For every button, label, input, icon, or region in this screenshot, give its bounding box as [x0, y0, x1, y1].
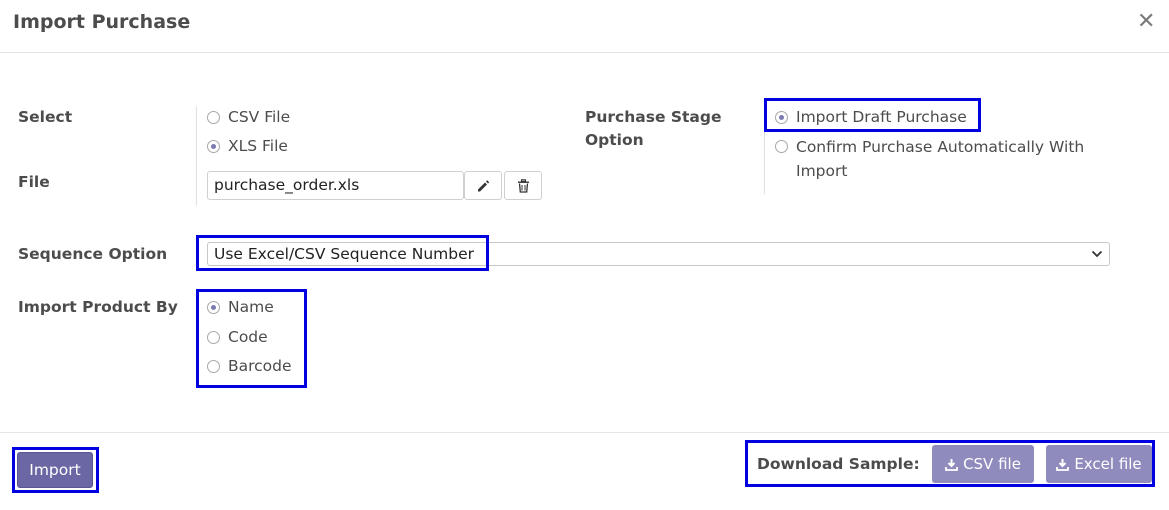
stage-label: Purchase Stage Option	[585, 108, 722, 149]
radio-label: Name	[228, 298, 274, 316]
sequence-select-value: Use Excel/CSV Sequence Number	[214, 245, 475, 263]
dialog-header: Import Purchase ✕	[0, 0, 1169, 53]
download-csv-label: CSV file	[963, 455, 1021, 473]
radio-import-draft[interactable]: Import Draft Purchase	[775, 106, 967, 128]
file-name-field[interactable]: purchase_order.xls	[207, 171, 464, 200]
close-icon[interactable]: ✕	[1137, 9, 1155, 34]
radio-label: CSV File	[228, 108, 291, 126]
radio-button[interactable]	[207, 110, 220, 124]
radio-product-barcode[interactable]: Barcode	[207, 355, 292, 377]
pencil-icon	[478, 179, 490, 191]
product-label: Import Product By	[18, 298, 178, 316]
radio-xls-file[interactable]: XLS File	[207, 135, 288, 157]
download-excel-button[interactable]: Excel file	[1046, 445, 1152, 483]
radio-confirm-purchase[interactable]: Confirm Purchase Automatically With Impo…	[775, 135, 1084, 183]
divider	[196, 106, 197, 206]
dialog-title: Import Purchase	[13, 11, 191, 33]
radio-button[interactable]	[207, 359, 220, 373]
radio-button[interactable]	[207, 300, 220, 314]
sequence-select[interactable]: Use Excel/CSV Sequence Number	[207, 242, 1110, 266]
download-excel-label: Excel file	[1074, 455, 1142, 473]
download-csv-button[interactable]: CSV file	[932, 445, 1034, 483]
radio-button[interactable]	[207, 330, 220, 344]
delete-file-button[interactable]	[504, 171, 542, 200]
radio-csv-file[interactable]: CSV File	[207, 106, 290, 128]
radio-button[interactable]	[207, 139, 220, 153]
radio-product-code[interactable]: Code	[207, 326, 268, 348]
chevron-down-icon	[1091, 250, 1103, 258]
download-icon	[945, 458, 958, 471]
sequence-label: Sequence Option	[18, 245, 168, 263]
radio-product-name[interactable]: Name	[207, 296, 274, 318]
footer-divider	[0, 432, 1169, 433]
divider	[764, 106, 765, 194]
radio-button[interactable]	[775, 140, 788, 153]
import-button[interactable]: Import	[17, 452, 93, 488]
download-sample-label: Download Sample:	[757, 455, 920, 473]
radio-label: Confirm Purchase Automatically With Impo…	[796, 138, 1085, 180]
radio-label: Code	[228, 328, 268, 346]
download-icon	[1056, 458, 1070, 471]
radio-label: XLS File	[228, 137, 288, 155]
radio-button[interactable]	[775, 110, 788, 124]
trash-icon	[517, 178, 529, 193]
file-label: File	[18, 173, 50, 191]
edit-file-button[interactable]	[464, 171, 502, 200]
radio-label: Barcode	[228, 357, 292, 375]
radio-label: Import Draft Purchase	[796, 108, 967, 126]
select-label: Select	[18, 108, 73, 126]
